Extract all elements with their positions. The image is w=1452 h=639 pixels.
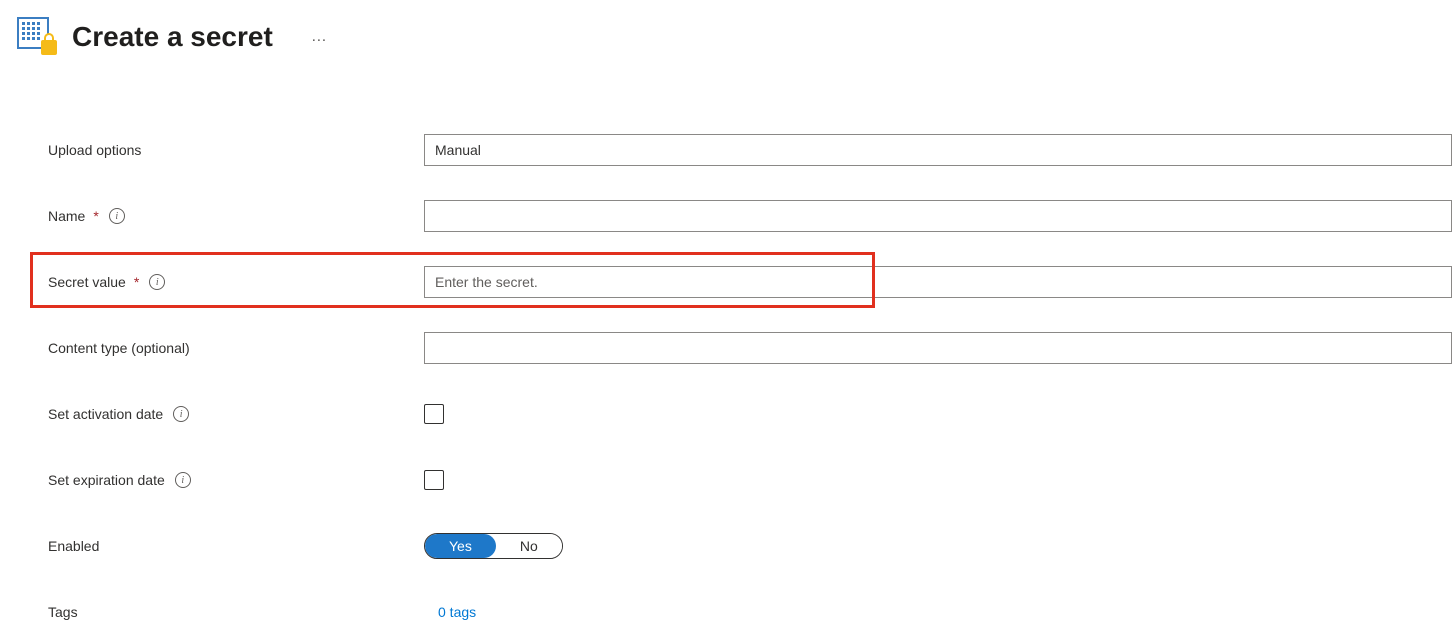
upload-options-label-text: Upload options [48, 142, 141, 158]
name-label-text: Name [48, 208, 85, 224]
content-type-input[interactable] [424, 332, 1452, 364]
expiration-date-label-text: Set expiration date [48, 472, 165, 488]
content-type-label: Content type (optional) [48, 340, 424, 356]
enabled-yes-option[interactable]: Yes [425, 534, 496, 558]
enabled-label-text: Enabled [48, 538, 99, 554]
name-row: Name * i [48, 200, 1452, 232]
upload-options-row: Upload options [48, 134, 1452, 166]
enabled-row: Enabled Yes No [48, 530, 1452, 562]
required-indicator: * [134, 274, 139, 290]
secret-value-input[interactable] [424, 266, 1452, 298]
more-actions-button[interactable]: … [311, 28, 329, 46]
secret-value-row: Secret value * i [48, 266, 1452, 298]
activation-date-checkbox[interactable] [424, 404, 444, 424]
expiration-date-checkbox[interactable] [424, 470, 444, 490]
info-icon[interactable]: i [149, 274, 165, 290]
upload-options-label: Upload options [48, 142, 424, 158]
upload-options-select[interactable] [424, 134, 1452, 166]
name-label: Name * i [48, 208, 424, 224]
content-type-row: Content type (optional) [48, 332, 1452, 364]
activation-date-label-text: Set activation date [48, 406, 163, 422]
key-vault-secret-icon [16, 16, 58, 58]
info-icon[interactable]: i [175, 472, 191, 488]
expiration-date-label: Set expiration date i [48, 472, 424, 488]
secret-value-label-text: Secret value [48, 274, 126, 290]
secret-value-label: Secret value * i [48, 274, 424, 290]
tags-row: Tags 0 tags [48, 596, 1452, 628]
enabled-no-option[interactable]: No [496, 534, 562, 558]
activation-date-row: Set activation date i [48, 398, 1452, 430]
enabled-label: Enabled [48, 538, 424, 554]
tags-label: Tags [48, 604, 424, 620]
required-indicator: * [93, 208, 98, 224]
enabled-toggle: Yes No [424, 533, 563, 559]
content-type-label-text: Content type (optional) [48, 340, 190, 356]
activation-date-label: Set activation date i [48, 406, 424, 422]
create-secret-form: Upload options Name * i Secret value * i [16, 134, 1452, 628]
name-input[interactable] [424, 200, 1452, 232]
page-title: Create a secret [72, 21, 273, 53]
info-icon[interactable]: i [109, 208, 125, 224]
tags-link[interactable]: 0 tags [424, 604, 476, 620]
page-header: Create a secret … [16, 16, 1452, 58]
expiration-date-row: Set expiration date i [48, 464, 1452, 496]
tags-label-text: Tags [48, 604, 78, 620]
info-icon[interactable]: i [173, 406, 189, 422]
